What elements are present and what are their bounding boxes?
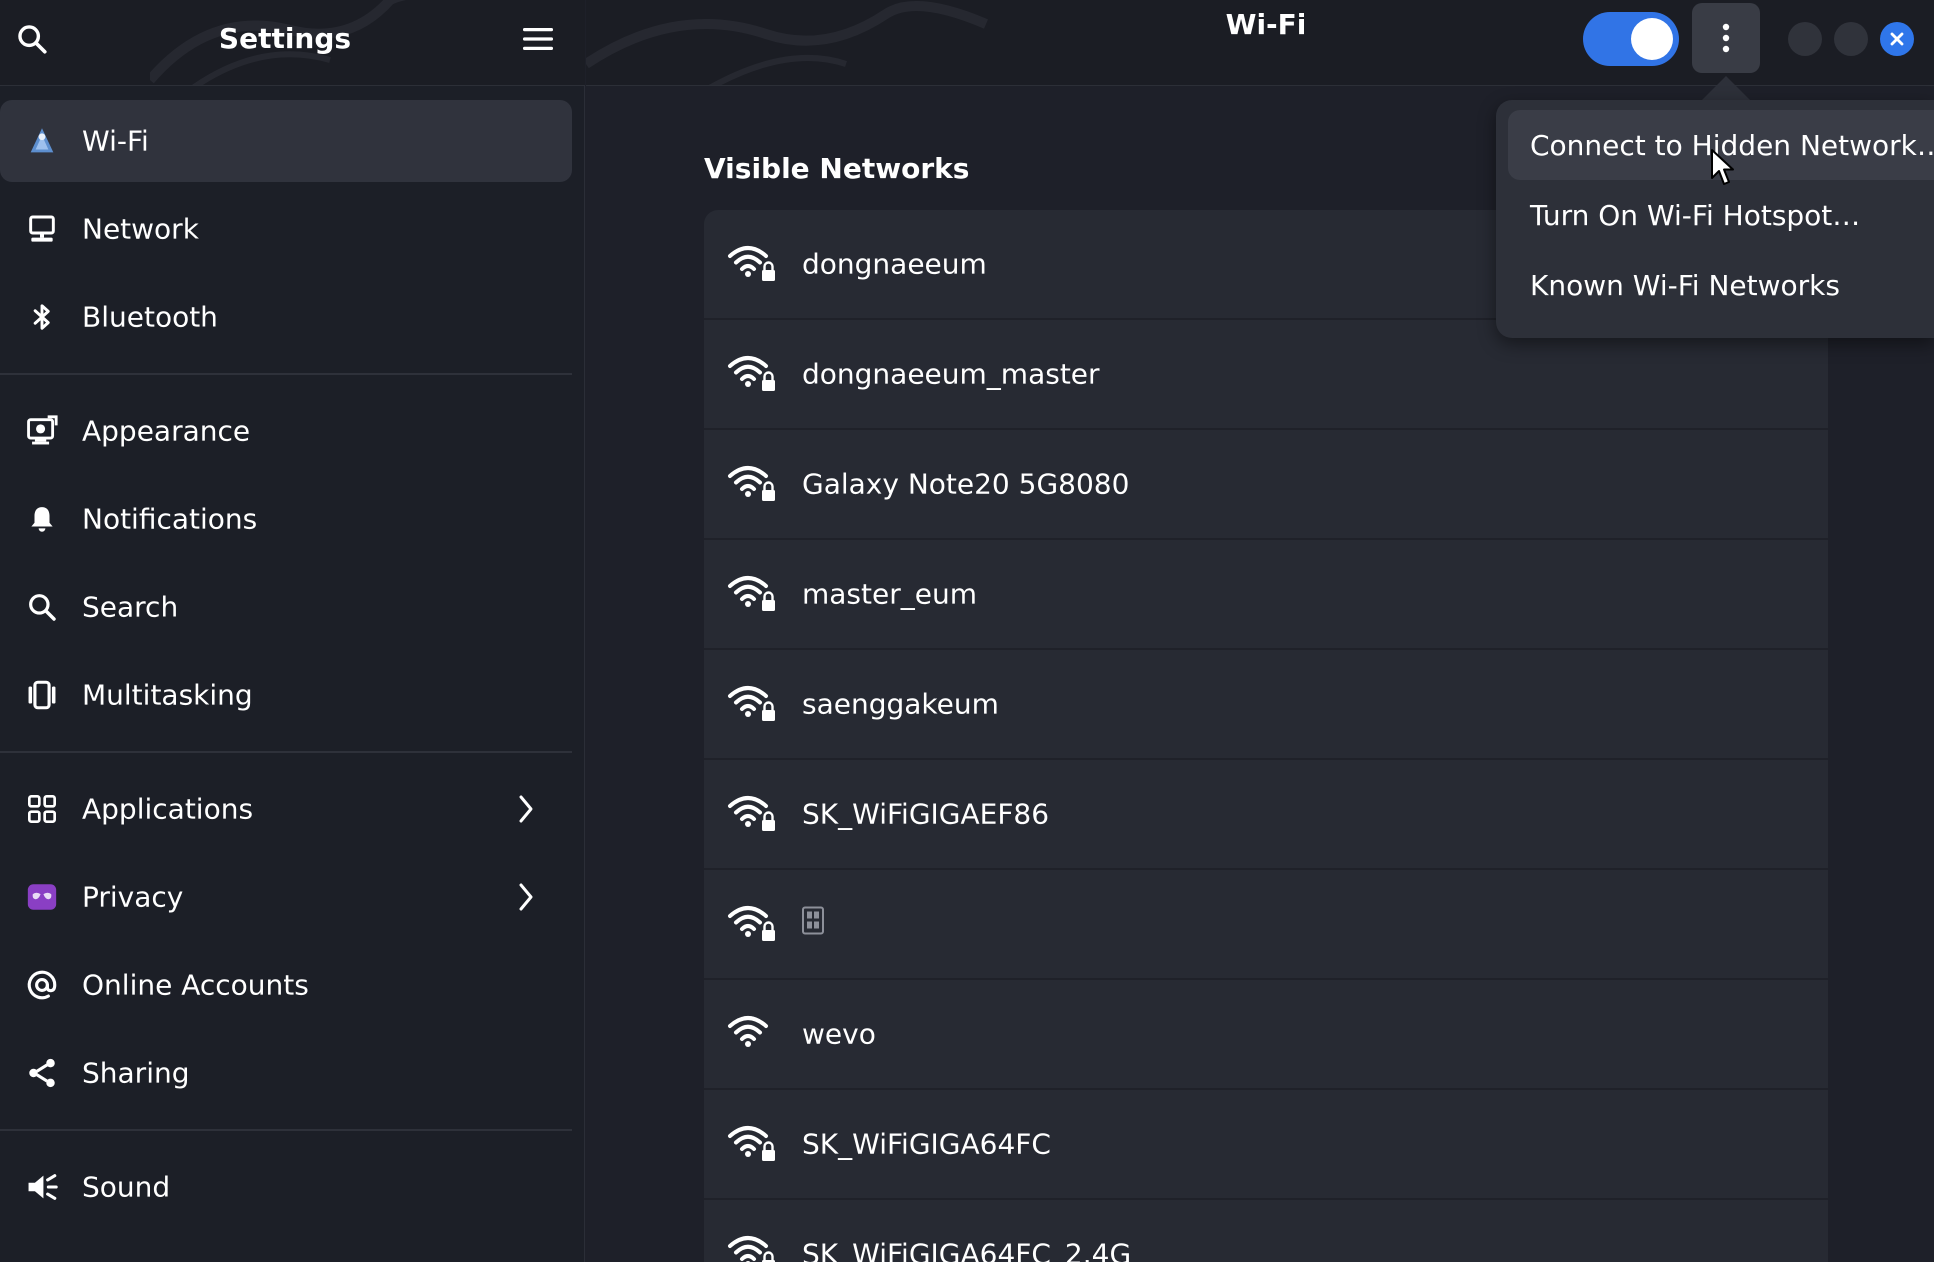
network-name: saenggakeum [802,687,999,721]
maximize-button[interactable] [1834,22,1868,56]
network-row[interactable]: SK_WiFiGIGA64FC [704,1090,1828,1200]
network-name: SK_WiFiGIGAEF86 [802,797,1050,831]
header-bar: Wi-Fi [586,0,1934,86]
sidebar-item-partial[interactable] [0,1234,572,1262]
sidebar-item-label: Bluetooth [82,300,218,334]
network-row[interactable]: Galaxy Note20 5G8080 [704,430,1828,540]
network-row[interactable] [704,870,1828,980]
sidebar-header: Settings [0,0,585,86]
wifi-secure-icon [728,906,775,941]
network-name-unprintable-glyph [802,906,824,942]
chevron-right-icon [510,877,542,917]
share-icon [22,1053,62,1093]
multitasking-icon [22,675,62,715]
mouse-pointer-icon [1711,149,1734,185]
at-sign-icon [22,965,62,1005]
network-name: dongnaeeum [802,247,987,281]
wifi-signal-icon [728,1016,768,1047]
wifi-toggle-switch[interactable] [1583,12,1679,66]
sidebar-item-label: Appearance [82,414,251,448]
main-menu-button[interactable] [510,13,566,65]
wifi-icon [22,121,62,161]
bluetooth-icon [22,297,62,337]
sidebar-item-label: Search [82,590,179,624]
wifi-secure-icon [728,576,775,611]
sidebar-item-applications[interactable]: Applications [0,768,572,850]
wifi-secure-icon [728,686,775,721]
wifi-secure-icon [728,796,775,831]
sidebar-item-label: Wi-Fi [82,124,149,158]
sidebar-item-label: Sharing [82,1056,190,1090]
applications-icon [22,789,62,829]
sidebar-item-search[interactable]: Search [0,566,572,648]
network-icon [22,209,62,249]
close-button[interactable] [1880,22,1914,56]
sidebar-item-label: Online Accounts [82,968,309,1002]
network-row[interactable]: SK_WiFiGIGAEF86 [704,760,1828,870]
wifi-secure-icon [728,1126,775,1161]
sidebar-item-label: Sound [82,1170,171,1204]
sidebar-item-label: Notifications [82,502,258,536]
close-icon [1890,32,1904,46]
wifi-secure-icon [728,1236,775,1262]
network-row[interactable]: wevo [704,980,1828,1090]
menu-item-known-networks[interactable]: Known Wi-Fi Networks [1508,250,1934,320]
network-row[interactable]: master_eum [704,540,1828,650]
sidebar-item-sound[interactable]: Sound [0,1146,572,1228]
network-row[interactable]: SK_WiFiGIGA64FC_2.4G [704,1200,1828,1262]
wifi-secure-icon [728,246,775,281]
toggle-knob [1631,18,1673,60]
sidebar-item-online-accounts[interactable]: Online Accounts [0,944,572,1026]
network-name: wevo [802,1017,876,1051]
sidebar-item-wifi[interactable]: Wi-Fi [0,100,572,182]
appearance-icon [22,411,62,451]
sidebar-item-multitasking[interactable]: Multitasking [0,654,572,736]
sidebar-item-privacy[interactable]: Privacy [0,856,572,938]
sidebar-item-sharing[interactable]: Sharing [0,1032,572,1114]
sidebar-item-network[interactable]: Network [0,188,572,270]
sidebar-title: Settings [218,22,352,55]
network-name: SK_WiFiGIGA64FC_2.4G [802,1237,1132,1262]
network-name: dongnaeeum_master [802,357,1100,391]
sidebar-item-notifications[interactable]: Notifications [0,478,572,560]
power-icon [22,1255,62,1262]
settings-window: Settings Wi-Fi Network Bluetooth Appeara… [0,0,1934,1262]
sidebar-item-label: Applications [82,792,254,826]
sidebar-item-appearance[interactable]: Appearance [0,390,572,472]
wifi-secure-icon [728,356,775,391]
hamburger-menu-icon [523,28,553,50]
menu-item-wifi-hotspot[interactable]: Turn On Wi-Fi Hotspot… [1508,180,1934,250]
network-name: master_eum [802,577,977,611]
network-name: Galaxy Note20 5G8080 [802,467,1130,501]
wifi-secure-icon [728,466,775,501]
vertical-ellipsis-icon [1722,23,1730,53]
privacy-icon [22,877,62,917]
speaker-icon [22,1167,62,1207]
network-list: dongnaeeum dongnaeeum_master Galaxy Note20… [704,210,1828,1262]
search-icon [22,587,62,627]
visible-networks-heading: Visible Networks [704,152,970,185]
sidebar-item-label: Privacy [82,880,184,914]
popover-arrow [1702,76,1750,100]
more-options-menu: Connect to Hidden Network… Turn On Wi-Fi… [1496,100,1934,338]
network-name: SK_WiFiGIGA64FC [802,1127,1051,1161]
network-row[interactable]: saenggakeum [704,650,1828,760]
chevron-right-icon [510,789,542,829]
sidebar-item-label: Multitasking [82,678,253,712]
more-options-button[interactable] [1692,3,1760,73]
sidebar-separator [0,1129,572,1131]
bell-icon [22,499,62,539]
sidebar-item-bluetooth[interactable]: Bluetooth [0,276,572,358]
sidebar-separator [0,751,572,753]
sidebar: Settings Wi-Fi Network Bluetooth Appeara… [0,0,585,1262]
sidebar-separator [0,373,572,375]
minimize-button[interactable] [1788,22,1822,56]
sidebar-item-label: Network [82,212,199,246]
